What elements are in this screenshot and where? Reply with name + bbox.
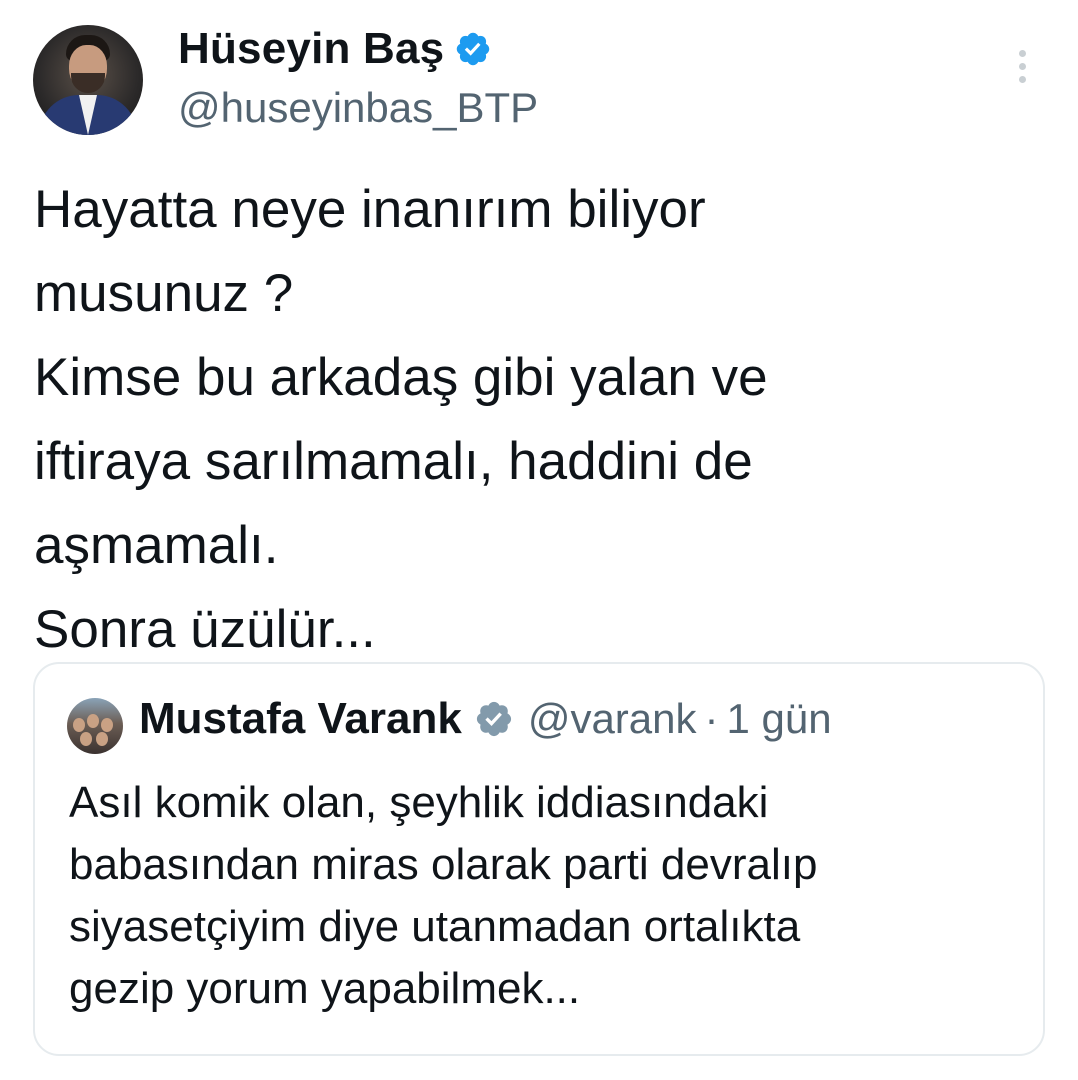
quoted-author-name[interactable]: Mustafa Varank [139, 694, 462, 744]
meta-separator: · [704, 695, 719, 742]
tweet-card: Hüseyin Baş @huseyinbas_BTP Hayatta neye… [0, 0, 1078, 1080]
author-name-text: Hüseyin Baş [178, 24, 445, 73]
quoted-tweet[interactable]: Mustafa Varank @varank · 1 gün Asıl komi… [33, 662, 1045, 1056]
more-vertical-icon[interactable] [1012, 50, 1032, 88]
quoted-tweet-text: Asıl komik olan, şeyhlik iddiasındaki ba… [69, 772, 1029, 1020]
author-display-name[interactable]: Hüseyin Baş [178, 24, 492, 74]
quoted-text-line: babasından miras olarak parti devralıp [69, 840, 818, 889]
tweet-text-line: musunuz ? [34, 264, 294, 323]
tweet-text-line: Kimse bu arkadaş gibi yalan ve [34, 348, 768, 407]
tweet-text-line: aşmamalı. [34, 516, 279, 575]
author-handle[interactable]: @huseyinbas_BTP [178, 84, 538, 132]
tweet-text: Hayatta neye inanırım biliyor musunuz ? … [34, 168, 1044, 672]
quoted-author-handle[interactable]: @varank [528, 695, 697, 743]
quoted-tweet-header: Mustafa Varank @varank · 1 gün [139, 694, 832, 744]
tweet-text-line: Sonra üzülür... [34, 600, 376, 659]
verified-badge-icon [476, 701, 511, 737]
verified-badge-icon [457, 32, 490, 66]
quoted-tweet-time[interactable]: 1 gün [727, 695, 832, 743]
quoted-text-line: Asıl komik olan, şeyhlik iddiasındaki [69, 778, 769, 827]
quoted-text-line: gezip yorum yapabilmek... [69, 964, 581, 1013]
quoted-text-line: siyasetçiyim diye utanmadan ortalıkta [69, 902, 801, 951]
tweet-text-line: Hayatta neye inanırım biliyor [34, 180, 706, 239]
tweet-text-line: iftiraya sarılmamalı, haddini de [34, 432, 753, 491]
author-avatar[interactable] [33, 25, 143, 135]
quoted-author-avatar[interactable] [67, 698, 123, 754]
